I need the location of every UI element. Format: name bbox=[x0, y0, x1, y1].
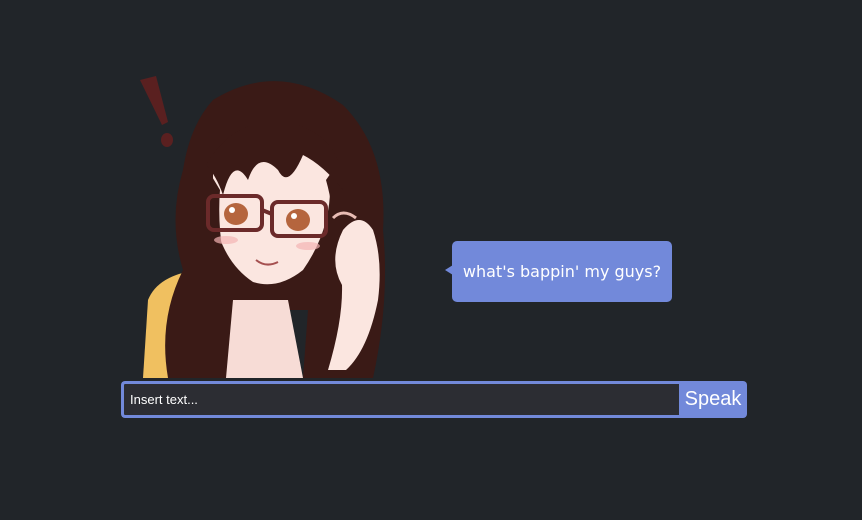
anime-girl-with-glasses-icon bbox=[140, 76, 386, 378]
chat-stage: what's bappin' my guys? Speak bbox=[0, 0, 862, 520]
speech-bubble: what's bappin' my guys? bbox=[452, 241, 672, 302]
speech-bubble-text: what's bappin' my guys? bbox=[462, 262, 662, 281]
speak-button[interactable]: Speak bbox=[679, 381, 747, 418]
exclamation-mark-icon bbox=[140, 76, 168, 125]
message-input-row: Speak bbox=[121, 381, 747, 418]
message-input[interactable] bbox=[121, 381, 679, 418]
